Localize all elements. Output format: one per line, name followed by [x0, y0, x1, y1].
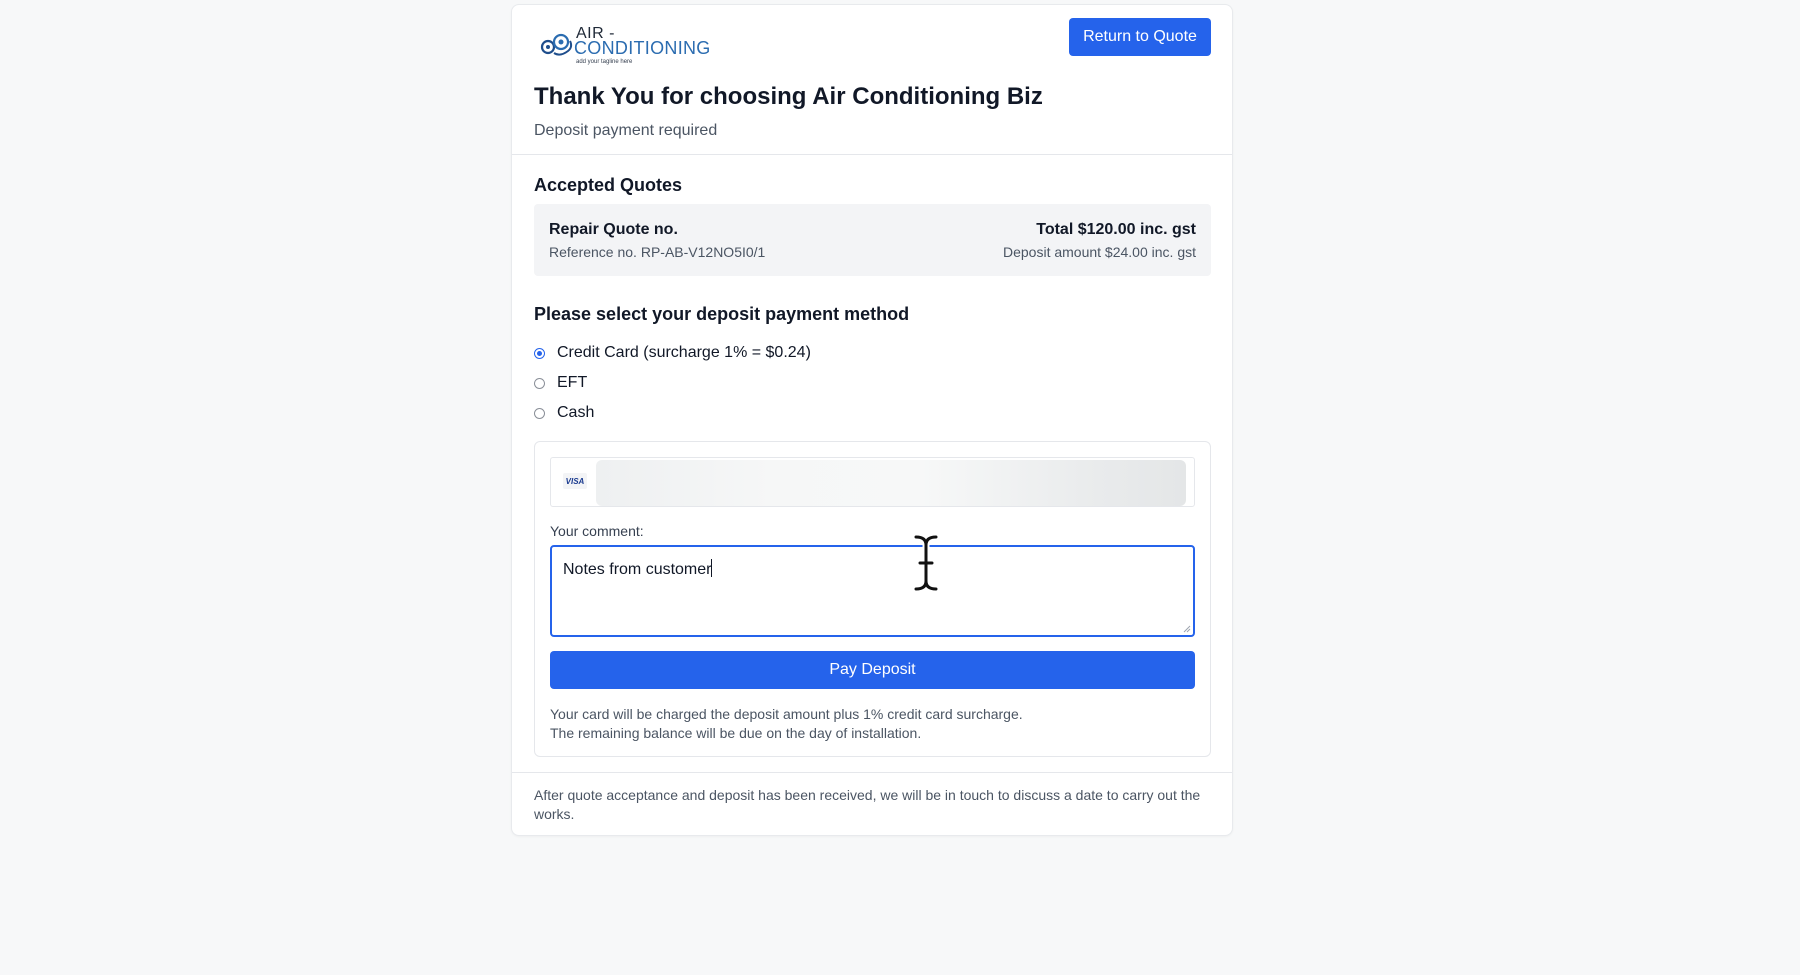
- logo-tagline: add your tagline here: [576, 59, 633, 65]
- text-cursor-icon: [912, 533, 940, 593]
- card-input-loading-placeholder[interactable]: [596, 460, 1186, 506]
- footer-divider: [512, 772, 1232, 773]
- page-title: Thank You for choosing Air Conditioning …: [534, 83, 1043, 110]
- pay-deposit-button[interactable]: Pay Deposit: [550, 651, 1195, 689]
- company-logo: AIR - CONDITIONING add your tagline here: [540, 19, 710, 69]
- logo-line-2: CONDITIONING: [574, 38, 711, 58]
- payment-option-credit-card[interactable]: Credit Card (surcharge 1% = $0.24): [534, 344, 811, 362]
- page-subtitle: Deposit payment required: [534, 122, 718, 139]
- payment-option-label: Cash: [557, 404, 595, 421]
- card-number-field[interactable]: VISA: [550, 457, 1195, 507]
- radio-button[interactable]: [534, 407, 545, 419]
- quote-summary: Repair Quote no. Reference no. RP-AB-V12…: [534, 204, 1211, 276]
- footer-text: After quote acceptance and deposit has b…: [534, 787, 1201, 822]
- surcharge-note: Your card will be charged the deposit am…: [550, 706, 1023, 722]
- quote-reference: Reference no. RP-AB-V12NO5I0/1: [549, 244, 766, 260]
- credit-card-panel: VISA Your comment: Notes from customer P…: [534, 441, 1211, 757]
- deposit-card: AIR - CONDITIONING add your tagline here…: [511, 4, 1233, 836]
- accepted-quotes-heading: Accepted Quotes: [534, 175, 683, 195]
- payment-option-label: EFT: [557, 374, 588, 391]
- visa-icon: VISA: [563, 473, 587, 489]
- return-to-quote-button[interactable]: Return to Quote: [1069, 18, 1211, 56]
- comment-textarea[interactable]: Notes from customer: [550, 545, 1195, 637]
- swirl-logo-icon: [540, 33, 573, 56]
- radio-button[interactable]: [534, 377, 545, 389]
- quote-deposit: Deposit amount $24.00 inc. gst: [1002, 244, 1196, 260]
- payment-method-heading: Please select your deposit payment metho…: [534, 304, 910, 324]
- comment-text: Notes from customer: [563, 561, 712, 578]
- radio-button-selected[interactable]: [534, 347, 545, 359]
- payment-option-label: Credit Card (surcharge 1% = $0.24): [557, 344, 811, 361]
- header: AIR - CONDITIONING add your tagline here…: [512, 5, 1232, 155]
- comment-label: Your comment:: [550, 523, 644, 539]
- payment-option-cash[interactable]: Cash: [534, 404, 594, 422]
- payment-option-eft[interactable]: EFT: [534, 374, 587, 392]
- text-caret: [711, 559, 713, 577]
- quote-name: Repair Quote no.: [549, 221, 678, 238]
- resize-grip-icon[interactable]: [1183, 625, 1191, 633]
- quote-total: Total $120.00 inc. gst: [1036, 221, 1196, 238]
- balance-note: The remaining balance will be due on the…: [550, 725, 922, 741]
